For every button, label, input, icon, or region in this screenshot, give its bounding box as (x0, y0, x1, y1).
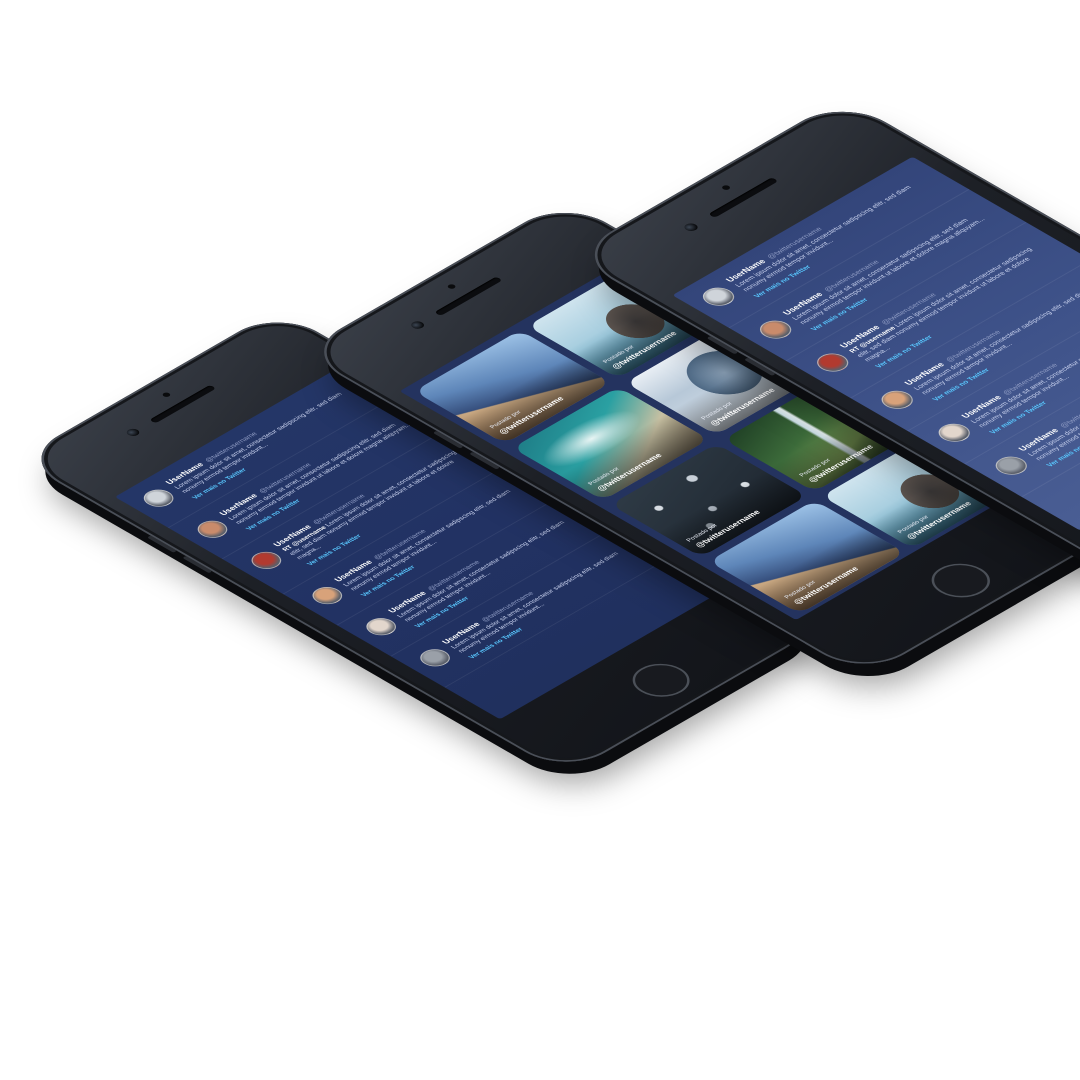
avatar[interactable] (360, 614, 403, 639)
home-button[interactable] (620, 657, 702, 704)
earpiece-speaker (149, 384, 217, 424)
avatar[interactable] (245, 548, 288, 573)
front-camera-icon (124, 427, 142, 438)
volume-button (182, 555, 213, 574)
front-camera-icon (681, 221, 701, 233)
avatar[interactable] (810, 349, 855, 376)
mockup-scene: UserName@twitterusername Lorem ipsum dolo… (0, 0, 1080, 1080)
card-overlay (755, 527, 906, 614)
avatar[interactable] (137, 486, 180, 511)
sensor-icon (446, 283, 457, 290)
sensor-icon (161, 391, 172, 398)
avatar[interactable] (414, 645, 457, 670)
avatar[interactable] (875, 387, 920, 413)
avatar[interactable] (989, 452, 1034, 479)
volume-button (147, 535, 177, 553)
avatar[interactable] (306, 583, 349, 608)
earpiece-speaker (434, 276, 503, 316)
home-button[interactable] (919, 556, 1003, 605)
front-camera-icon (408, 319, 427, 331)
earpiece-speaker (708, 177, 779, 218)
avatar[interactable] (932, 419, 977, 446)
avatar[interactable] (753, 316, 798, 343)
sensor-icon (720, 184, 732, 191)
avatar[interactable] (696, 283, 741, 310)
avatar[interactable] (191, 517, 234, 542)
